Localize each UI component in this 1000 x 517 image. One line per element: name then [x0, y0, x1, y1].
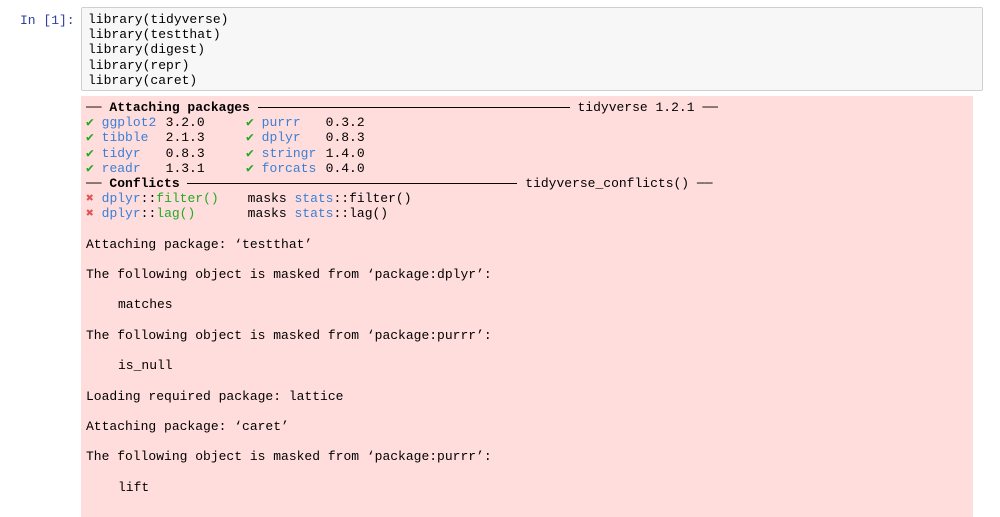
conflicts-header-title: Conflicts [109, 175, 180, 191]
conflict-masks: masks [247, 206, 287, 222]
masked-object: is_null [118, 358, 173, 374]
message-line: The following object is masked from ‘pac… [86, 327, 492, 343]
package-name: forcats [261, 160, 317, 176]
conflict-entry: ✖ dplyr::lag() masks stats::lag() [86, 206, 968, 221]
code-input-cell[interactable]: library(tidyverse) library(testthat) lib… [81, 7, 983, 91]
check-icon: ✔ [246, 145, 254, 161]
masked-package: stats [294, 191, 334, 207]
package-entry: ✔ forcats 0.4.0 [246, 161, 446, 176]
package-list: ✔ ggplot2 3.2.0 ✔ purrr 0.3.2 ✔ tibble 2.1.… [86, 115, 968, 176]
package-version: 1.4.0 [325, 145, 365, 161]
cross-icon: ✖ [86, 191, 94, 207]
code-line: library(testthat) [88, 27, 221, 43]
package-name: ggplot2 [101, 115, 157, 131]
package-entry: ✔ readr 1.3.1 [86, 161, 246, 176]
package-version: 0.8.3 [325, 130, 365, 146]
package-name: tibble [101, 130, 149, 146]
masked-package: stats [294, 206, 334, 222]
package-entry: ✔ tidyr 0.8.3 [86, 146, 246, 161]
header-dash: ── [86, 175, 102, 191]
package-entry: ✔ dplyr 0.8.3 [246, 130, 446, 145]
code-line: library(repr) [88, 57, 190, 73]
input-prompt: In [1]: [20, 13, 75, 28]
package-entry: ✔ ggplot2 3.2.0 [86, 115, 246, 130]
cross-icon: ✖ [86, 206, 94, 222]
package-version: 0.4.0 [325, 160, 365, 176]
conflict-package: dplyr [101, 206, 141, 222]
header-dash: ── [696, 175, 713, 191]
conflicts-header-function: tidyverse_conflicts() [525, 175, 690, 191]
masked-object: lift [118, 479, 150, 495]
attach-header-version: tidyverse 1.2.1 [577, 100, 695, 115]
conflict-package: dplyr [101, 191, 141, 207]
package-version: 0.3.2 [325, 115, 365, 131]
masked-object: matches [118, 297, 173, 313]
package-version: 0.8.3 [165, 145, 205, 161]
package-name: stringr [261, 145, 317, 161]
message-line: Loading required package: lattice [86, 388, 344, 404]
attach-header-title: Attaching packages [109, 100, 250, 115]
package-name: purrr [261, 115, 301, 131]
conflict-sep: :: [140, 206, 157, 222]
check-icon: ✔ [86, 145, 94, 161]
conflict-function: filter() [156, 191, 219, 207]
code-line: library(caret) [88, 72, 198, 88]
conflict-sep: :: [140, 191, 157, 207]
header-dash: ── [702, 100, 718, 115]
code-line: library(digest) [88, 42, 206, 58]
message-line: The following object is masked from ‘pac… [86, 449, 492, 465]
attach-header: ── Attaching packages tidyverse 1.2.1 ── [86, 100, 968, 115]
header-rule [187, 183, 518, 185]
package-name: dplyr [261, 130, 301, 146]
code-line: library(tidyverse) [88, 12, 229, 27]
check-icon: ✔ [246, 115, 254, 131]
check-icon: ✔ [246, 130, 254, 146]
conflicts-header: ── Conflicts tidyverse_conflicts() ── [86, 176, 968, 191]
package-version: 3.2.0 [165, 115, 205, 131]
check-icon: ✔ [86, 130, 94, 146]
package-entry: ✔ tibble 2.1.3 [86, 130, 246, 145]
masked-function: ::filter() [333, 191, 412, 207]
package-name: tidyr [101, 145, 141, 161]
package-name: readr [101, 160, 141, 176]
package-entry: ✔ stringr 1.4.0 [246, 146, 446, 161]
conflict-function: lag() [156, 206, 196, 222]
package-entry: ✔ purrr 0.3.2 [246, 115, 446, 130]
check-icon: ✔ [246, 160, 254, 176]
check-icon: ✔ [86, 160, 94, 176]
message-line: The following object is masked from ‘pac… [86, 267, 492, 283]
package-version: 1.3.1 [165, 160, 205, 176]
message-line: Attaching package: ‘caret’ [86, 418, 289, 434]
stderr-output: ── Attaching packages tidyverse 1.2.1 ──… [81, 96, 973, 517]
conflict-entry: ✖ dplyr::filter() masks stats::filter() [86, 191, 968, 206]
check-icon: ✔ [86, 115, 94, 131]
conflict-masks: masks [247, 191, 287, 207]
package-version: 2.1.3 [165, 130, 205, 146]
masked-function: ::lag() [333, 206, 389, 222]
header-dash: ── [86, 100, 102, 115]
message-line: Attaching package: ‘testthat’ [86, 236, 313, 252]
header-rule [257, 107, 570, 109]
